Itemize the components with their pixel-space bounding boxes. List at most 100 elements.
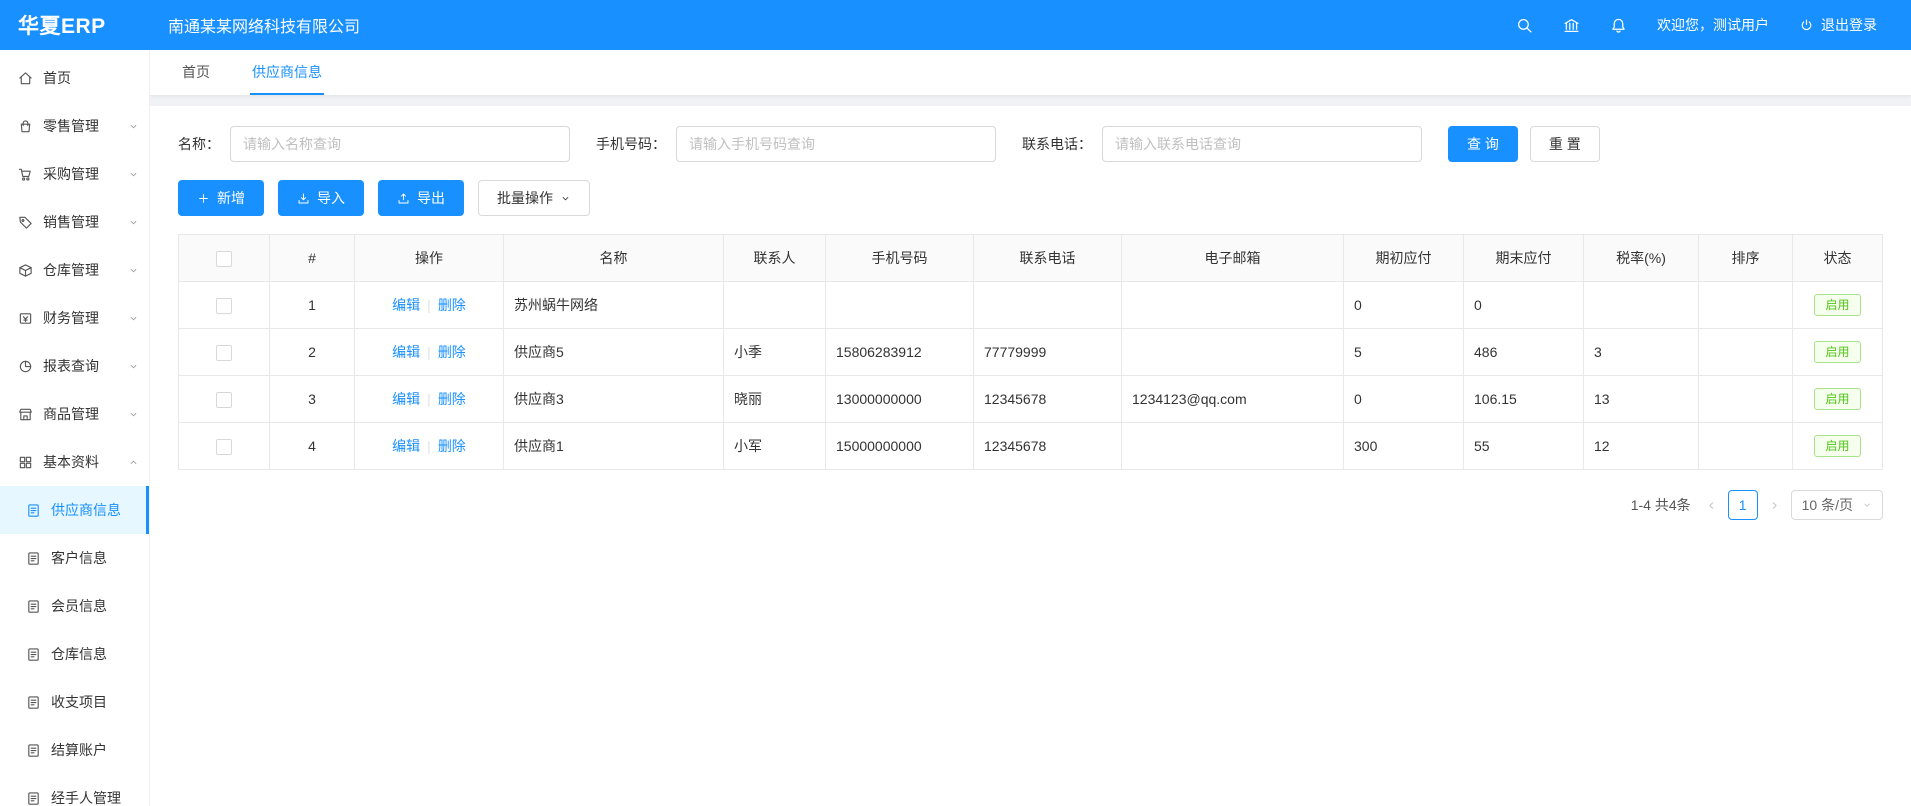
doc-icon [26,791,41,806]
main-area: 首页供应商信息 名称： 手机号码： 联系电话： 查 询 重 置 新增 [150,0,1911,806]
next-page-button[interactable] [1768,499,1781,512]
cell-sort [1699,376,1793,423]
logout-button[interactable]: 退出登录 [1799,15,1877,35]
sidebar-item-label: 供应商信息 [51,500,121,520]
sidebar-item-warehouse[interactable]: 仓库管理 [0,246,149,294]
row-checkbox[interactable] [216,298,232,314]
row-index: 2 [270,329,355,376]
chevron-down-icon [560,193,571,204]
cell-status: 启用 [1793,282,1883,329]
search-icon[interactable] [1516,17,1533,34]
export-button[interactable]: 导出 [378,180,464,216]
delete-link[interactable]: 删除 [438,391,466,407]
action-divider: | [427,438,431,454]
sidebar-item-inout-item[interactable]: 收支项目 [0,678,149,726]
row-actions-cell: 编辑 | 删除 [355,282,504,329]
chevron-down-icon [1862,500,1872,510]
delete-link[interactable]: 删除 [438,297,466,313]
table-column-header: 排序 [1699,235,1793,282]
cell-begin-payable: 0 [1344,282,1464,329]
edit-link[interactable]: 编辑 [392,297,420,313]
sidebar-item-goods[interactable]: 商品管理 [0,390,149,438]
row-index: 1 [270,282,355,329]
reset-button[interactable]: 重 置 [1530,126,1600,162]
content-panel: 名称： 手机号码： 联系电话： 查 询 重 置 新增 导入 [150,106,1911,806]
report-icon [18,359,33,374]
delete-link[interactable]: 删除 [438,344,466,360]
sidebar-item-report[interactable]: 报表查询 [0,342,149,390]
row-checkbox-cell [179,282,270,329]
sidebar-item-handler[interactable]: 经手人管理 [0,774,149,806]
tab-bar: 首页供应商信息 [150,50,1911,96]
sidebar-item-finance[interactable]: 财务管理 [0,294,149,342]
batch-operation-button[interactable]: 批量操作 [478,180,590,216]
company-name: 南通某某网络科技有限公司 [168,13,360,37]
cell-tax-rate [1584,282,1699,329]
chevron-left-icon [1705,499,1718,512]
add-button[interactable]: 新增 [178,180,264,216]
sidebar-item-label: 零售管理 [43,116,99,136]
export-icon [397,192,410,205]
status-badge: 启用 [1814,341,1860,363]
sidebar-item-customer[interactable]: 客户信息 [0,534,149,582]
cell-email: 1234123@qq.com [1122,376,1344,423]
sidebar-item-label: 销售管理 [43,212,99,232]
bank-icon[interactable] [1563,17,1580,34]
action-divider: | [427,297,431,313]
cell-tax-rate: 12 [1584,423,1699,470]
sidebar-item-depot[interactable]: 仓库信息 [0,630,149,678]
phone-filter-label: 手机号码： [596,134,666,154]
chevron-down-icon [128,169,139,180]
logout-icon [1799,18,1814,33]
sidebar-item-supplier[interactable]: 供应商信息 [0,486,149,534]
status-badge: 启用 [1814,435,1860,457]
phone-filter-input[interactable] [676,126,996,162]
name-filter-input[interactable] [230,126,570,162]
table-row: 4编辑|删除供应商1小军15000000000123456783005512启用 [179,423,1883,470]
warehouse-icon [18,263,33,278]
search-button[interactable]: 查 询 [1448,126,1518,162]
sidebar-item-purchase[interactable]: 采购管理 [0,150,149,198]
edit-link[interactable]: 编辑 [392,391,420,407]
page-number-button[interactable]: 1 [1728,490,1758,520]
import-button[interactable]: 导入 [278,180,364,216]
sidebar-item-label: 采购管理 [43,164,99,184]
doc-icon [26,599,41,614]
sidebar-item-retail[interactable]: 零售管理 [0,102,149,150]
table-column-header: 名称 [504,235,724,282]
table-header-row: #操作名称联系人手机号码联系电话电子邮箱期初应付期末应付税率(%)排序状态 [179,235,1883,282]
page-size-select[interactable]: 10 条/页 [1791,490,1883,520]
prev-page-button[interactable] [1705,499,1718,512]
cell-status: 启用 [1793,329,1883,376]
edit-link[interactable]: 编辑 [392,344,420,360]
tab-supplier[interactable]: 供应商信息 [250,50,324,95]
bell-icon[interactable] [1610,17,1627,34]
pagination-total: 1-4 共4条 [1631,495,1691,515]
sidebar-item-sales[interactable]: 销售管理 [0,198,149,246]
edit-link[interactable]: 编辑 [392,438,420,454]
chevron-down-icon [128,361,139,372]
row-checkbox[interactable] [216,439,232,455]
cell-end-payable: 106.15 [1464,376,1584,423]
chevron-up-icon [128,457,139,468]
sidebar-item-home[interactable]: 首页 [0,54,149,102]
sidebar-item-basic[interactable]: 基本资料 [0,438,149,486]
telephone-filter-label: 联系电话： [1022,134,1092,154]
sidebar-item-account[interactable]: 结算账户 [0,726,149,774]
cell-email [1122,282,1344,329]
cell-telephone: 12345678 [974,423,1122,470]
delete-link[interactable]: 删除 [438,438,466,454]
table-column-header: 联系人 [724,235,826,282]
tab-home[interactable]: 首页 [180,50,212,95]
row-checkbox[interactable] [216,345,232,361]
row-checkbox[interactable] [216,392,232,408]
sidebar-item-label: 结算账户 [51,740,107,760]
table-column-header: 电子邮箱 [1122,235,1344,282]
supplier-table: #操作名称联系人手机号码联系电话电子邮箱期初应付期末应付税率(%)排序状态 1编… [178,234,1883,470]
sidebar-item-label: 仓库管理 [43,260,99,280]
telephone-filter-input[interactable] [1102,126,1422,162]
sidebar-item-member[interactable]: 会员信息 [0,582,149,630]
cell-sort [1699,282,1793,329]
select-all-checkbox[interactable] [216,251,232,267]
finance-icon [18,311,33,326]
